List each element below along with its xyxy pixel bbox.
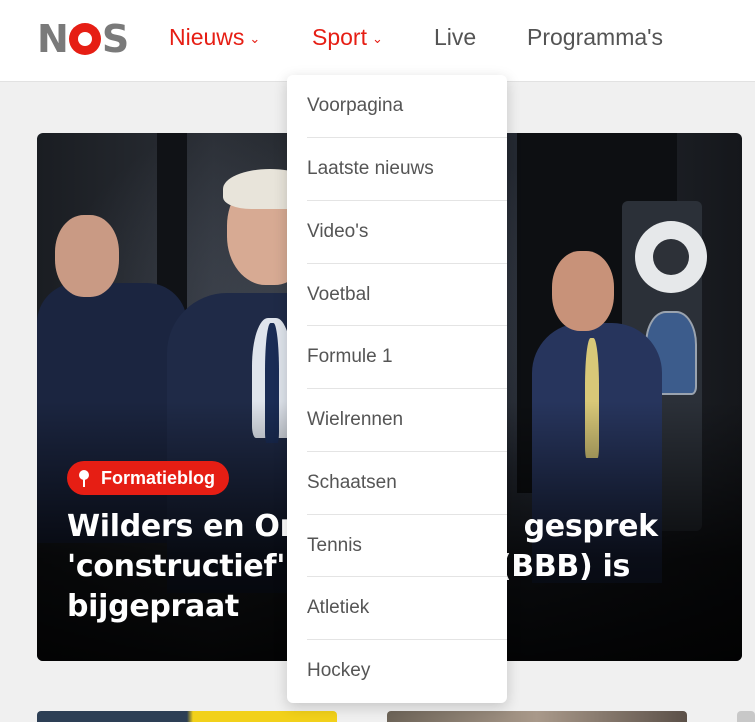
article-card-thumbnail[interactable] <box>737 711 755 722</box>
nav-item-live[interactable]: Live <box>434 24 476 51</box>
camera-icon <box>635 221 707 293</box>
location-pin-icon <box>79 470 89 487</box>
main-nav: Nieuws ⌄ Sport ⌄ Live Programma's <box>0 0 755 78</box>
article-card-thumbnail[interactable] <box>37 711 337 722</box>
nav-item-nieuws[interactable]: Nieuws ⌄ <box>169 24 260 51</box>
menu-item-schaatsen[interactable]: Schaatsen <box>307 451 507 513</box>
badge-label: Formatieblog <box>101 467 216 488</box>
photo-figure <box>55 215 119 297</box>
menu-item-formule-1[interactable]: Formule 1 <box>307 325 507 387</box>
article-card-thumbnail[interactable] <box>387 711 687 722</box>
nav-item-programmas[interactable]: Programma's <box>527 24 663 51</box>
menu-item-laatste-nieuws[interactable]: Laatste nieuws <box>307 137 507 199</box>
nav-item-sport[interactable]: Sport ⌄ <box>312 24 383 51</box>
menu-item-videos[interactable]: Video's <box>307 200 507 262</box>
nav-item-label: Live <box>434 24 477 50</box>
sport-dropdown-menu: Voorpagina Laatste nieuws Video's Voetba… <box>287 75 507 703</box>
nav-item-label: Nieuws <box>169 24 245 50</box>
menu-item-hockey[interactable]: Hockey <box>307 639 507 701</box>
formatieblog-badge[interactable]: Formatieblog <box>67 461 230 495</box>
menu-item-wielrennen[interactable]: Wielrennen <box>307 388 507 450</box>
menu-item-voetbal[interactable]: Voetbal <box>307 263 507 325</box>
chevron-down-icon: ⌄ <box>371 30 383 46</box>
chevron-down-icon: ⌄ <box>249 30 261 46</box>
menu-item-atletiek[interactable]: Atletiek <box>307 576 507 638</box>
site-header: NS Nieuws ⌄ Sport ⌄ Live Programma's <box>0 0 755 82</box>
nav-item-label: Programma's <box>527 24 664 50</box>
photo-figure <box>552 251 614 331</box>
nav-item-label: Sport <box>312 24 367 50</box>
menu-item-voorpagina[interactable]: Voorpagina <box>307 75 507 137</box>
menu-item-tennis[interactable]: Tennis <box>307 514 507 576</box>
